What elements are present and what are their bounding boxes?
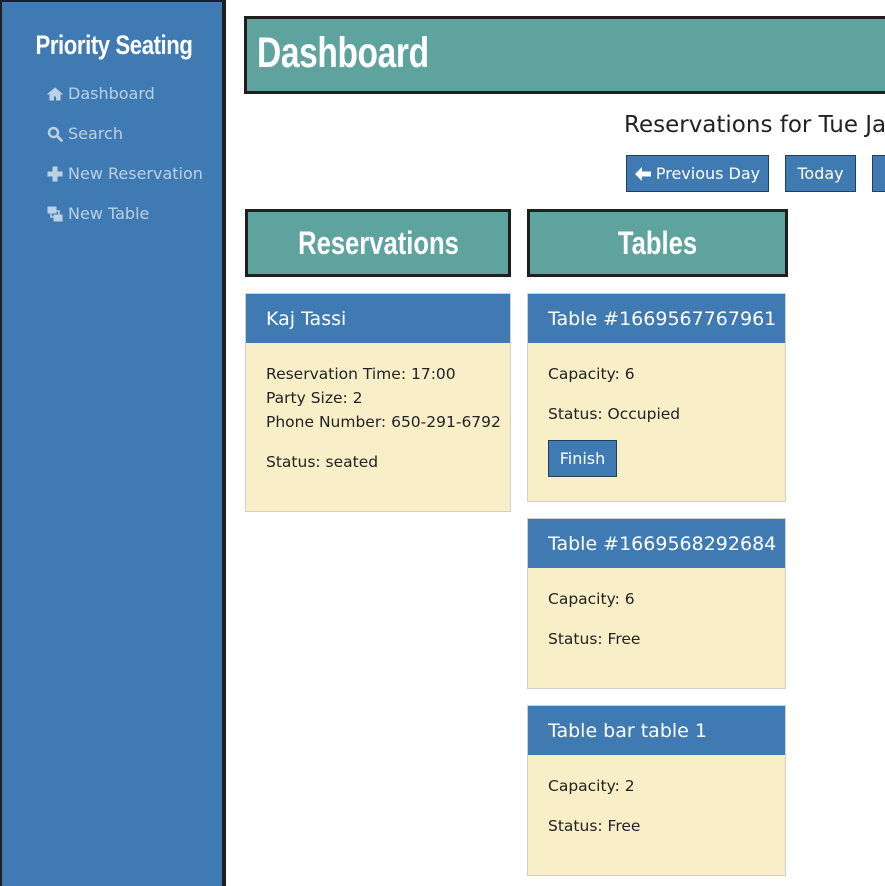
table-capacity: Capacity: 6 bbox=[548, 590, 635, 608]
table-capacity: Capacity: 6 bbox=[548, 365, 635, 383]
reservation-card: Kaj Tassi Reservation Time: 17:00 Party … bbox=[245, 293, 511, 512]
reservation-time: Reservation Time: 17:00 bbox=[266, 365, 456, 383]
tables-section-title: Tables bbox=[617, 224, 698, 261]
nav-item-label: Dashboard bbox=[68, 84, 155, 103]
finish-button[interactable]: Finish bbox=[548, 440, 617, 477]
sidebar: Priority Seating Dashboard Search New Re… bbox=[0, 0, 226, 886]
reservations-date-heading: Reservations for Tue Jan bbox=[624, 112, 885, 138]
dashboard-banner: Dashboard bbox=[244, 16, 885, 94]
nav-item-label: New Table bbox=[68, 204, 150, 223]
search-icon bbox=[46, 126, 64, 142]
reservation-phone: Phone Number: 650-291-6792 bbox=[266, 413, 501, 431]
table-card: Table #1669568292684 Capacity: 6 Status:… bbox=[527, 518, 786, 689]
previous-day-label: Previous Day bbox=[655, 164, 761, 183]
table-card: Table #1669567767961 Capacity: 6 Status:… bbox=[527, 293, 786, 502]
table-status: Status: Occupied bbox=[548, 405, 681, 423]
page-title: Dashboard bbox=[257, 29, 429, 77]
reservations-section-header: Reservations bbox=[245, 209, 511, 277]
tables-section-header: Tables bbox=[527, 209, 788, 277]
nav-item-new-reservation[interactable]: New Reservation bbox=[46, 164, 203, 183]
table-card: Table bar table 1 Capacity: 2 Status: Fr… bbox=[527, 705, 786, 876]
table-name: Table #1669568292684 bbox=[528, 519, 785, 568]
brand-title[interactable]: Priority Seating bbox=[22, 30, 206, 61]
today-button[interactable]: Today bbox=[785, 155, 856, 192]
nav-item-search[interactable]: Search bbox=[46, 124, 123, 143]
nav-item-new-table[interactable]: New Table bbox=[46, 204, 149, 223]
reservation-party-size: Party Size: 2 bbox=[266, 389, 363, 407]
arrow-left-icon bbox=[634, 166, 651, 181]
reservation-name: Kaj Tassi bbox=[246, 294, 510, 343]
plus-icon bbox=[46, 166, 64, 182]
table-status: Status: Free bbox=[548, 630, 641, 648]
table-name: Table #1669567767961 bbox=[528, 294, 785, 343]
table-capacity: Capacity: 2 bbox=[548, 777, 635, 795]
table-name: Table bar table 1 bbox=[528, 706, 785, 755]
nav-item-dashboard[interactable]: Dashboard bbox=[46, 84, 155, 103]
reservation-status: Status: seated bbox=[266, 453, 379, 471]
next-day-button[interactable] bbox=[872, 155, 885, 192]
table-icon bbox=[46, 206, 64, 222]
nav-item-label: New Reservation bbox=[68, 164, 203, 183]
home-icon bbox=[46, 86, 64, 102]
previous-day-button[interactable]: Previous Day bbox=[626, 155, 769, 192]
nav-item-label: Search bbox=[68, 124, 123, 143]
table-status: Status: Free bbox=[548, 817, 641, 835]
today-label: Today bbox=[797, 164, 844, 183]
reservations-section-title: Reservations bbox=[297, 224, 459, 261]
